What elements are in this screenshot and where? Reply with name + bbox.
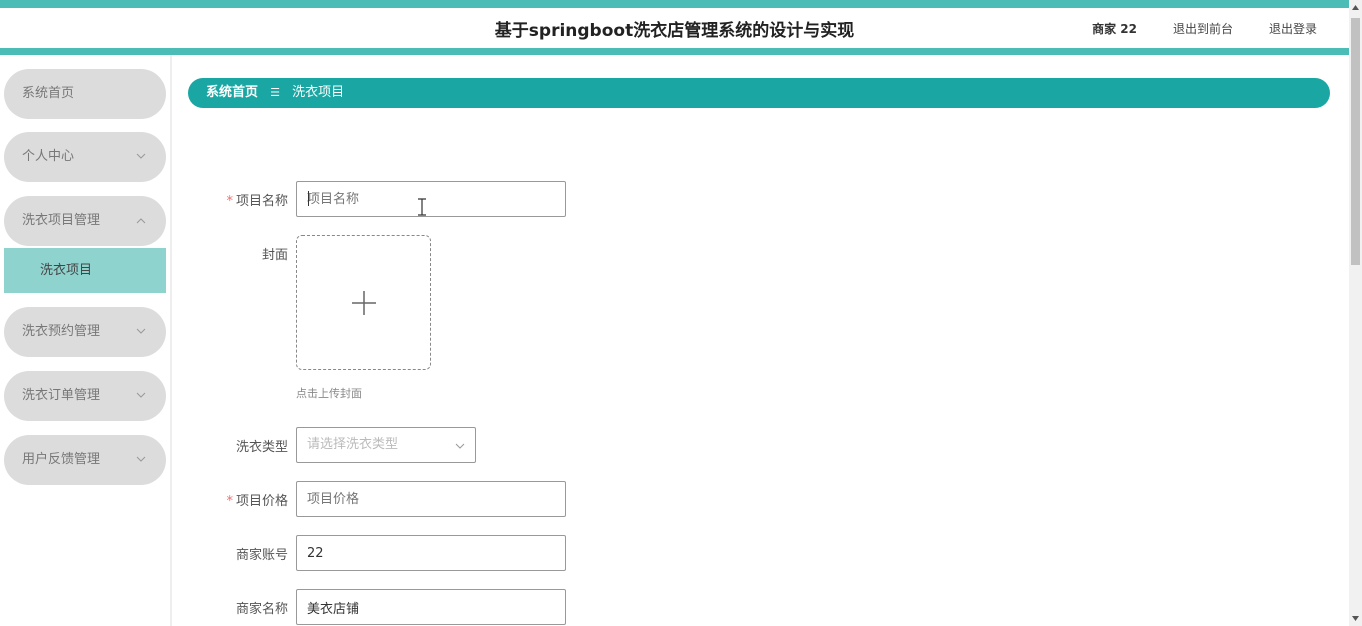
- header-top-stripe: [0, 0, 1349, 8]
- scroll-up-icon[interactable]: [1352, 5, 1359, 10]
- chevron-down-icon: [136, 153, 146, 159]
- project-name-label: * 项目名称: [188, 190, 288, 209]
- laundry-type-label: 洗衣类型: [235, 440, 288, 455]
- sidebar-item-order-mgmt[interactable]: 洗衣订单管理: [4, 371, 166, 421]
- project-name-input[interactable]: [296, 181, 566, 217]
- logout-link[interactable]: 退出登录: [1269, 20, 1317, 37]
- current-user: 商家 22: [1092, 22, 1137, 36]
- required-mark: *: [226, 494, 233, 509]
- sidebar-item-label: 洗衣订单管理: [22, 388, 101, 403]
- merchant-account-label: 商家账号: [235, 548, 288, 563]
- chevron-down-icon: [136, 392, 146, 398]
- header: 基于springboot洗衣店管理系统的设计与实现 商家 22 退出到前台 退出…: [0, 8, 1349, 48]
- breadcrumb-home[interactable]: 系统首页: [206, 85, 258, 100]
- scroll-down-icon[interactable]: [1352, 616, 1359, 621]
- chevron-up-icon: [136, 218, 146, 224]
- project-price-input[interactable]: [296, 481, 566, 517]
- sidebar-subitem-laundry-project[interactable]: 洗衣项目: [4, 248, 166, 293]
- sidebar-item-laundry-project-mgmt[interactable]: 洗衣项目管理: [4, 196, 166, 246]
- sidebar-item-label: 洗衣预约管理: [22, 324, 101, 339]
- project-name-label-text: 项目名称: [235, 194, 288, 209]
- required-mark: *: [226, 194, 233, 209]
- chevron-down-icon: [136, 456, 146, 462]
- sidebar-item-label: 洗衣项目管理: [22, 213, 101, 228]
- sidebar-item-personal-center[interactable]: 个人中心: [4, 132, 166, 182]
- chevron-down-icon: [455, 443, 465, 449]
- sidebar-item-label: 个人中心: [22, 149, 75, 164]
- laundry-type-select[interactable]: 请选择洗衣类型: [296, 427, 476, 463]
- merchant-name-input[interactable]: [296, 589, 566, 625]
- cover-upload-box[interactable]: [296, 235, 431, 370]
- sidebar-item-home[interactable]: 系统首页: [4, 69, 166, 119]
- text-cursor-icon: [418, 198, 426, 216]
- text-caret: [308, 191, 309, 206]
- plus-icon: [352, 291, 376, 315]
- cover-label: 封面: [261, 248, 288, 263]
- project-price-label-text: 项目价格: [235, 494, 288, 509]
- back-to-front-link[interactable]: 退出到前台: [1173, 20, 1233, 37]
- scrollbar-thumb[interactable]: [1351, 18, 1360, 265]
- breadcrumb: 系统首页 ☰ 洗衣项目: [188, 78, 1330, 108]
- breadcrumb-current: 洗衣项目: [292, 85, 345, 100]
- merchant-name-label: 商家名称: [235, 602, 288, 617]
- project-price-label: * 项目价格: [188, 490, 288, 509]
- header-actions: 商家 22 退出到前台 退出登录: [1092, 20, 1317, 37]
- cover-upload-tip: 点击上传封面: [296, 387, 362, 400]
- sidebar-divider: [170, 55, 172, 626]
- sidebar-item-feedback-mgmt[interactable]: 用户反馈管理: [4, 435, 166, 485]
- breadcrumb-separator-icon: ☰: [270, 86, 281, 99]
- page-scrollbar[interactable]: [1349, 0, 1362, 626]
- laundry-type-placeholder: 请选择洗衣类型: [307, 437, 399, 452]
- sidebar-item-label: 用户反馈管理: [22, 452, 101, 467]
- chevron-down-icon: [136, 328, 146, 334]
- sidebar-item-label: 系统首页: [22, 86, 75, 101]
- sidebar-item-reservation-mgmt[interactable]: 洗衣预约管理: [4, 307, 166, 357]
- header-bottom-stripe: [0, 48, 1349, 55]
- merchant-account-input[interactable]: [296, 535, 566, 571]
